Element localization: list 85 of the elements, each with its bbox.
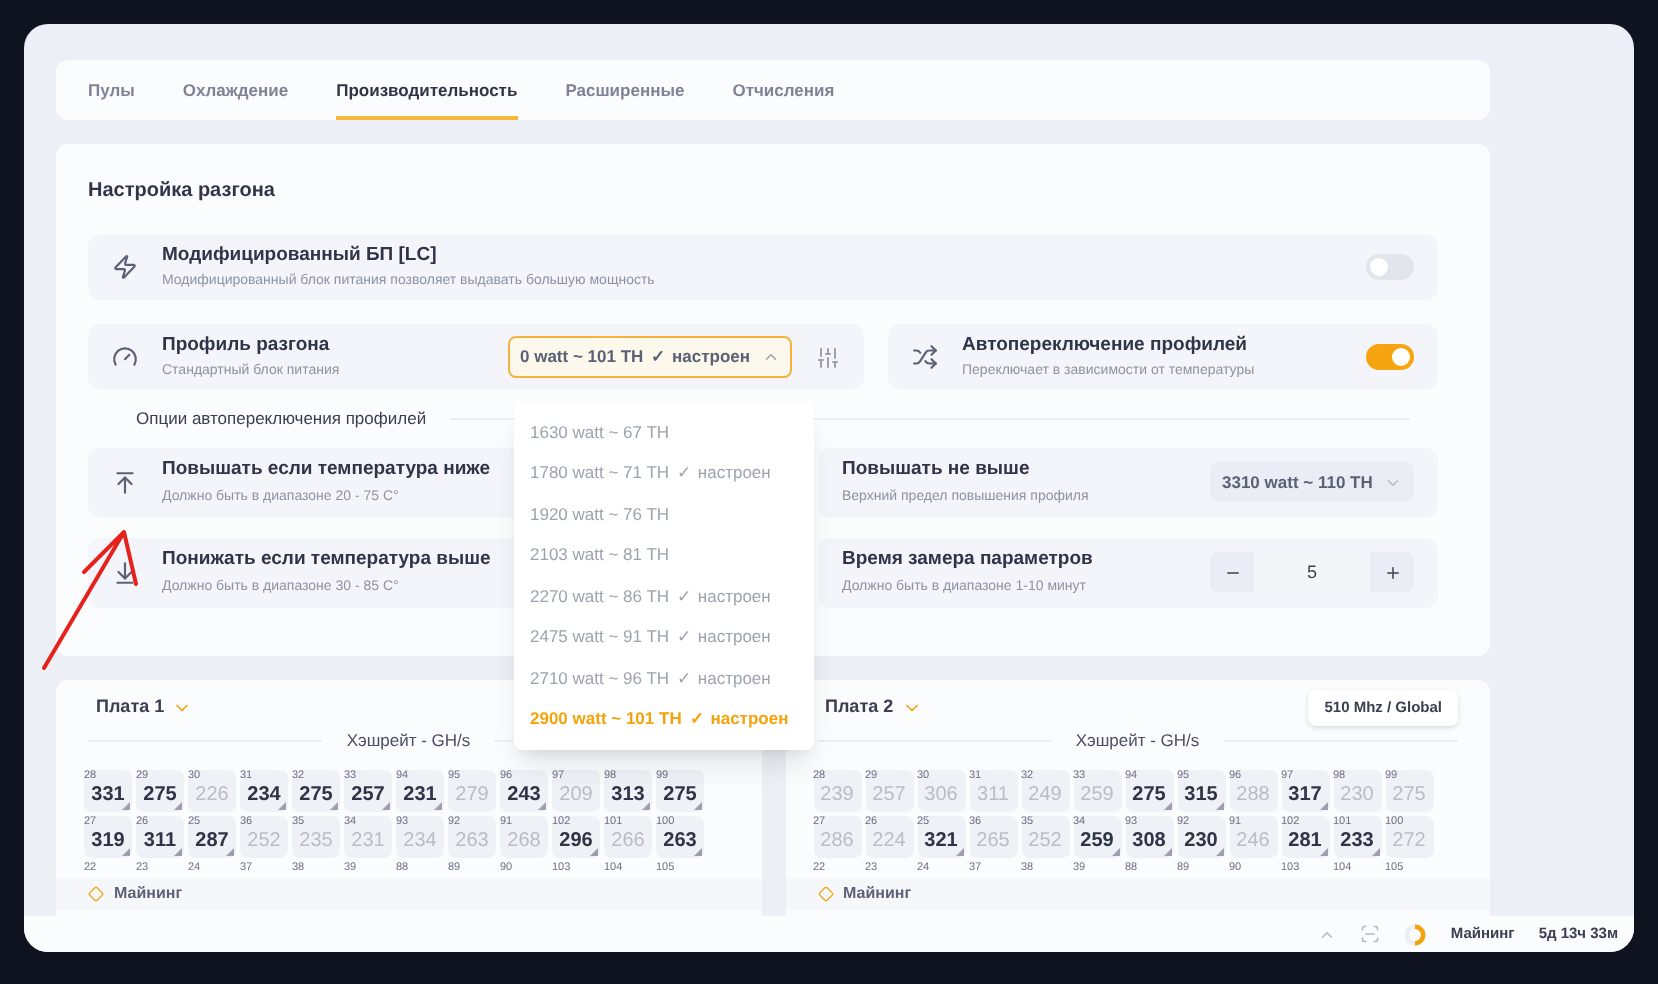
- option-label: 2710 watt ~ 96 TH: [530, 665, 670, 692]
- stepper-value[interactable]: 5: [1254, 552, 1370, 593]
- profile-option[interactable]: 2103 watt ~ 81 TH: [514, 535, 814, 576]
- chip-value: 233: [1340, 827, 1374, 854]
- profile-option[interactable]: 1630 watt ~ 67 TH: [514, 412, 814, 453]
- section-title: Настройка разгона: [88, 178, 277, 206]
- toggle-switch[interactable]: [1366, 254, 1414, 280]
- tuned-status: ✓ настроен: [677, 583, 771, 610]
- option-label: 2475 watt ~ 91 TH: [530, 624, 670, 651]
- tuned-status: ✓ настроен: [677, 460, 771, 487]
- tab[interactable]: Отчисления: [732, 60, 835, 120]
- profile-option[interactable]: 1780 watt ~ 71 TH ✓ настроен: [514, 453, 814, 494]
- toggle-switch[interactable]: [1366, 344, 1414, 370]
- select-value: 0 watt ~ 101 TH: [520, 344, 644, 370]
- chip-value: 275: [299, 781, 333, 808]
- setting-title: Повышать если температура ниже: [162, 456, 491, 485]
- board-title[interactable]: Плата 1: [96, 694, 165, 722]
- chip-value: 234: [247, 781, 281, 808]
- lightning-icon: [112, 254, 138, 280]
- diamond-icon: [817, 885, 833, 902]
- chip-value: 319: [91, 827, 125, 854]
- chip-value: 287: [195, 827, 229, 854]
- chip-value: 331: [91, 781, 125, 808]
- chip-value: 275: [1132, 781, 1166, 808]
- chip-value: 317: [1288, 781, 1322, 808]
- chip-value: 259: [1080, 827, 1114, 854]
- setting-title: Профиль разгона: [162, 331, 330, 360]
- setting-title: Время замера параметров: [842, 546, 1093, 575]
- chip-value: 313: [611, 781, 645, 808]
- tab[interactable]: Расширенные: [565, 60, 685, 120]
- corner-mark: [694, 847, 702, 856]
- profile-select[interactable]: 0 watt ~ 101 TH ✓ настроен: [508, 336, 792, 378]
- tab[interactable]: Охлаждение: [182, 60, 289, 120]
- setting-title: Автопереключение профилей: [962, 331, 1247, 360]
- gauge-icon: [112, 344, 138, 370]
- chip-value: 243: [507, 781, 541, 808]
- option-label: 2900 watt ~ 101 TH: [530, 706, 682, 733]
- chip-value: 321: [924, 827, 958, 854]
- chip-value: 230: [1184, 827, 1218, 854]
- plus-icon: [1383, 563, 1401, 582]
- chip-value: 315: [1184, 781, 1218, 808]
- arrow-down-to-line-icon: [112, 559, 138, 586]
- profile-option[interactable]: 2475 watt ~ 91 TH ✓ настроен: [514, 617, 814, 658]
- chip-value: 231: [403, 781, 437, 808]
- tuned-status: ✓ настроен: [677, 665, 771, 692]
- chip-value: 311: [143, 827, 177, 854]
- board-title[interactable]: Плата 2: [825, 694, 894, 722]
- tuned-status: ✓ настроен: [677, 624, 771, 651]
- chip-value: 275: [663, 781, 697, 808]
- options-heading: Опции автопереключения профилей: [136, 406, 427, 432]
- diamond-icon: [88, 885, 104, 902]
- scan-icon[interactable]: [1360, 924, 1381, 944]
- profile-option[interactable]: 2710 watt ~ 96 TH ✓ настроен: [514, 658, 814, 699]
- chip-value: 281: [1288, 827, 1322, 854]
- chip-value: 275: [143, 781, 177, 808]
- tab[interactable]: Пулы: [88, 60, 135, 120]
- tab[interactable]: Производительность: [336, 60, 518, 120]
- chip-value: 257: [351, 781, 385, 808]
- chevron-up-icon: [762, 348, 780, 366]
- profile-option[interactable]: 1920 watt ~ 76 TH: [514, 494, 814, 535]
- spinner-icon: [1404, 923, 1427, 945]
- chip-value: 263: [663, 827, 697, 854]
- option-label: 1920 watt ~ 76 TH: [530, 501, 670, 528]
- option-label: 1630 watt ~ 67 TH: [530, 419, 670, 446]
- limit-select[interactable]: 3310 watt ~ 110 TH: [1210, 462, 1414, 503]
- tuned-status: ✓ настроен: [651, 344, 751, 370]
- shuffle-icon: [912, 344, 938, 370]
- option-label: 2103 watt ~ 81 TH: [530, 542, 670, 569]
- sliders-icon[interactable]: [816, 345, 840, 369]
- select-value: 3310 watt ~ 110 TH: [1222, 469, 1373, 496]
- tuned-status: ✓ настроен: [689, 706, 789, 733]
- setting-title: Модифицированный БП [LC]: [162, 241, 437, 270]
- chip-value: 308: [1132, 827, 1166, 854]
- setting-title: Повышать не выше: [842, 456, 1030, 485]
- chart-title: Хэшрейт - GH/s: [1075, 728, 1200, 754]
- board-status: Майнинг: [843, 881, 912, 906]
- board-status: Майнинг: [114, 881, 183, 906]
- option-label: 2270 watt ~ 86 TH: [530, 583, 670, 610]
- profile-option[interactable]: 2270 watt ~ 86 TH ✓ настроен: [514, 576, 814, 617]
- chip-value: 296: [559, 827, 593, 854]
- profile-option[interactable]: 2900 watt ~ 101 TH ✓ настроен: [514, 699, 814, 740]
- arrow-up-to-line-icon: [112, 469, 138, 496]
- option-label: 1780 watt ~ 71 TH: [530, 460, 670, 487]
- chart-title: Хэшрейт - GH/s: [346, 728, 471, 754]
- setting-title: Понижать если температура выше: [162, 546, 491, 575]
